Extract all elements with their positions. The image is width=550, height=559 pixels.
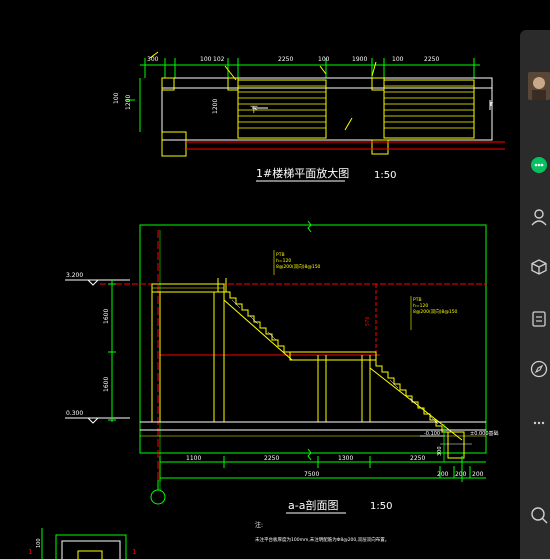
plan-title: 1#楼梯平面放大图 — [256, 166, 349, 180]
note-block-1-line-2: h=120 — [276, 258, 291, 264]
user-avatar[interactable] — [528, 72, 550, 100]
plan-view: 300 100 102 2250 100 1900 100 2250 1200 … — [113, 51, 505, 182]
bottom-dim-2: 2250 — [264, 455, 279, 462]
bottom-dim-3: 1300 — [338, 455, 353, 462]
left-dim-1: 1600 — [103, 309, 110, 324]
contacts-button[interactable] — [528, 206, 550, 228]
bottom-dim-6: 200 — [455, 471, 467, 478]
plan-dim-8: 2250 — [424, 56, 439, 63]
search-button[interactable] — [528, 504, 550, 526]
detail-left-mark: 1 — [28, 548, 32, 556]
plan-side-dim-1: 1200 — [125, 95, 132, 110]
section-scale: 1:50 — [370, 501, 392, 512]
elevation-bottom: 0.300 — [66, 410, 83, 417]
right-sidebar — [520, 30, 550, 559]
right-note: ±0.000基础 — [470, 430, 499, 437]
compass-icon — [530, 360, 548, 378]
plan-dim-1: 300 — [147, 56, 159, 63]
plan-dim-6: 1900 — [352, 56, 367, 63]
notes-label: 注: — [255, 521, 263, 529]
bottom-dim-7: 200 — [472, 471, 484, 478]
document-button[interactable] — [528, 308, 550, 330]
compass-button[interactable] — [528, 358, 550, 380]
plan-dim-5: 100 — [318, 56, 330, 63]
bottom-dim-4: 2250 — [410, 455, 425, 462]
right-dim-1: 300 — [437, 446, 443, 456]
note-block-2-line-2: h=120 — [413, 303, 428, 309]
chat-button[interactable] — [528, 154, 550, 176]
document-icon — [532, 311, 546, 327]
chat-icon — [531, 157, 547, 173]
plan-scale: 1:50 — [374, 170, 396, 181]
note-block-1-line-3: 8@200(双向)8@150 — [276, 263, 321, 270]
more-icon — [533, 421, 545, 425]
bottom-dim-total: 7500 — [304, 471, 319, 478]
plan-dim-4: 2250 — [278, 56, 293, 63]
section-view: PTB h=120 8@200(双向)8@150 PTB h=120 8@200… — [65, 220, 499, 543]
search-icon — [531, 507, 548, 524]
plan-side-dim-3: 100 — [113, 92, 120, 104]
notes-text: 未注平台板厚度为100mm,未注明配筋为Φ8@200,双层双向布置。 — [255, 536, 389, 543]
left-dim-2: 1600 — [103, 377, 110, 392]
note-block-2-line-1: PTB — [413, 297, 422, 303]
note-block-1-line-1: PTB — [276, 252, 285, 258]
detail-left-dim: 100 — [36, 538, 42, 548]
plan-dim-7: 100 — [392, 56, 404, 63]
plan-down-mark: 下 — [250, 105, 258, 114]
plan-dim-3: 102 — [213, 56, 225, 63]
bottom-dim-5: 200 — [437, 471, 449, 478]
mid-dim: 576 — [365, 316, 371, 326]
detail-view: 100 1 1 — [28, 528, 136, 559]
contacts-icon — [531, 209, 547, 226]
bottom-dim-1: 1100 — [186, 455, 201, 462]
section-title: a-a剖面图 — [288, 498, 338, 512]
cube-icon — [531, 259, 547, 275]
detail-right-mark: 1 — [132, 548, 136, 556]
right-elev: -0.100 — [424, 431, 440, 437]
user-icon — [528, 72, 550, 100]
plan-side-dim-2: 1200 — [212, 99, 219, 114]
cube-button[interactable] — [528, 256, 550, 278]
note-block-2-line-3: 8@200(双向)8@150 — [413, 308, 458, 315]
plan-dim-2: 100 — [200, 56, 212, 63]
elevation-top: 3.200 — [66, 272, 83, 279]
cad-drawing-canvas[interactable]: 300 100 102 2250 100 1900 100 2250 1200 … — [0, 0, 520, 559]
more-button[interactable] — [528, 412, 550, 434]
